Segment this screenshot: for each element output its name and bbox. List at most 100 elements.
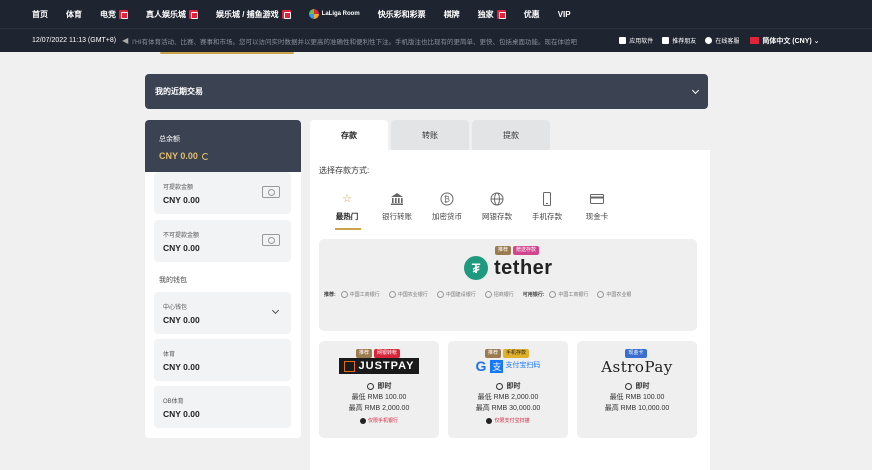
datetime: 12/07/2022 11:13 (GMT+8) [32,37,117,44]
min-amount: 最低 RMB 2,000.00 [477,394,539,401]
provider-badges: 现金卡 [577,346,697,358]
justpay-logo: JUSTPAY [319,358,439,374]
method-label: 加密货币 [432,212,462,221]
announcement-marquee[interactable]: l'HI有体育活动、比赛、赛事和市场。您可以访问实时数据并以更高的准确性和便利性… [132,36,610,46]
locked-cash-icon [262,234,280,246]
recent-transactions-toggle[interactable]: 我的近期交易 [145,74,708,109]
my-wallets-label: 我的钱包 [159,277,187,284]
astropay-logo: AstroPay [577,358,697,376]
tab-withdraw[interactable]: 提款 [472,120,550,150]
bank-logo: 中国建设银行 [436,290,476,298]
bank-icon [390,192,404,206]
nav-item-chess-cards[interactable]: 棋牌 [444,9,460,20]
nav-label: 棋牌 [443,9,460,19]
bank-icon [549,290,557,298]
wallet-label: 中心钱包 [163,305,188,311]
tether-provider-card[interactable]: 推荐 赠送存款 ₮ tether 推荐: 中国工商银行 中国农业银行 中国建设银行… [319,239,697,331]
method-badge: 现金卡 [625,349,647,358]
nav-item-sports[interactable]: 体育 [66,9,82,20]
method-cash-card[interactable]: 现金卡 [572,192,622,228]
nav-item-promotions[interactable]: 优惠 [524,9,540,20]
max-amount: 最高 RMB 10,000.00 [604,405,670,412]
nav-item-casino-fishing[interactable]: 娱乐城 / 捕鱼游戏 [216,9,291,20]
star-icon: ☆ [342,193,352,205]
deposit-panel: 选择存款方式: ☆ 最热门 银行转账 ₿ 加密货币 网银存款 手机存款 现金卡 … [310,150,710,470]
bank-icon [597,290,605,298]
hot-badge-icon [189,9,198,19]
refer-friend-link[interactable]: 推荐朋友 [662,36,696,45]
nav-item-live-casino[interactable]: 真人娱乐城 [146,9,198,20]
recent-transactions-label: 我的近期交易 [155,87,203,96]
bank-name: 中国农业银 [606,291,632,298]
user-plus-icon [662,37,670,44]
alipay-icon: 支 [490,359,504,373]
chevron-down-icon [691,86,700,94]
nav-item-vip[interactable]: VIP [558,10,571,19]
tab-transfer[interactable]: 转账 [391,120,469,150]
instant-label: 即时 [506,383,521,390]
nav-label: 娱乐城 / 捕鱼游戏 [216,9,279,19]
hot-badge-icon [281,9,291,19]
total-balance-value: CNY 0.00 [159,151,198,161]
bank-name: 中国建设银行 [445,291,476,298]
nav-item-laliga-room[interactable]: LaLiga Room [308,9,360,19]
language-label: 简体中文 (CNY) [762,37,812,45]
instant-indicator: 即时 [448,381,568,391]
nav-label: 体育 [66,9,82,19]
recommended-badge: 推荐 [484,349,501,358]
provider-card-justpay[interactable]: 推荐 网银转帐 JUSTPAY 即时 最低 RMB 100.00 最高 RMB 2… [319,341,439,438]
method-label: 最热门 [335,212,359,221]
recommended-badge: 推荐 [355,349,372,358]
bank-icon [340,290,348,298]
method-online-banking[interactable]: 网银存款 [472,192,522,228]
laliga-logo-icon [308,9,319,19]
bank-name: 招商银行 [493,291,514,298]
provider-badges: 推荐 网银转帐 [319,346,439,358]
provider-badges: 推荐 手机存款 [448,346,568,358]
live-support-link[interactable]: 在线客服 [705,36,739,45]
tether-logo: ₮ tether [464,256,553,280]
card-icon [590,192,604,206]
instant-indicator: 即时 [319,381,439,391]
nav-item-exclusive[interactable]: 独家 [478,9,506,20]
provider-card-astropay[interactable]: 现金卡 AstroPay 即时 最低 RMB 100.00 最高 RMB 10,… [577,341,697,438]
method-label: 网银存款 [482,212,512,221]
wallet-sports: 体育 CNY 0.00 [154,339,291,381]
withdrawable-card: 可提款金额 CNY 0.00 [154,172,291,214]
alipay-logo: G 支支付宝扫码 [448,358,568,374]
tab-deposit[interactable]: 存款 [310,120,388,150]
china-flag-icon [750,37,760,44]
method-mobile[interactable]: 手机存款 [522,192,572,228]
nav-label: VIP [557,9,571,19]
phone-icon [619,37,627,44]
bank-icon [436,290,444,298]
nav-item-esports[interactable]: 电竞 [100,9,128,20]
clock-icon [495,382,503,390]
language-selector[interactable]: 简体中文 (CNY) ⌄ [750,36,820,46]
provider-note: 仅限手机银行 [319,417,439,424]
method-crypto[interactable]: ₿ 加密货币 [422,192,472,228]
provider-note: 仅限支付宝扫描 [448,417,568,424]
hot-badge-icon [119,9,128,19]
deposit-methods: ☆ 最热门 银行转账 ₿ 加密货币 网银存款 手机存款 现金卡 [322,192,622,230]
cash-icon [262,186,280,198]
wallet-central[interactable]: 中心钱包 CNY 0.00 [154,292,291,334]
hot-badge-icon [496,9,506,19]
speaker-icon: ◀ [122,36,129,45]
globe-icon [490,192,504,206]
refresh-icon[interactable] [201,152,209,160]
bank-logo: 招商银行 [484,290,514,298]
method-most-popular[interactable]: ☆ 最热门 [322,192,372,230]
bank-logo: 中国工商银行 [549,290,588,298]
top-navigation: 首页 体育 电竞 真人娱乐城 娱乐城 / 捕鱼游戏 LaLiga Room 快乐… [0,0,872,28]
accent-line [160,52,294,54]
max-amount: 最高 RMB 2,000.00 [348,405,410,412]
nav-item-home[interactable]: 首页 [32,9,48,20]
method-bank-transfer[interactable]: 银行转账 [372,192,422,228]
app-download-link[interactable]: 应用软件 [619,36,653,45]
choose-method-label: 选择存款方式: [319,166,370,175]
info-icon [486,417,493,424]
g-logo-icon: G [475,358,487,374]
provider-card-alipay[interactable]: 推荐 手机存款 G 支支付宝扫码 即时 最低 RMB 2,000.00 最高 RMB… [448,341,568,438]
nav-item-lottery[interactable]: 快乐彩和彩票 [378,9,426,20]
